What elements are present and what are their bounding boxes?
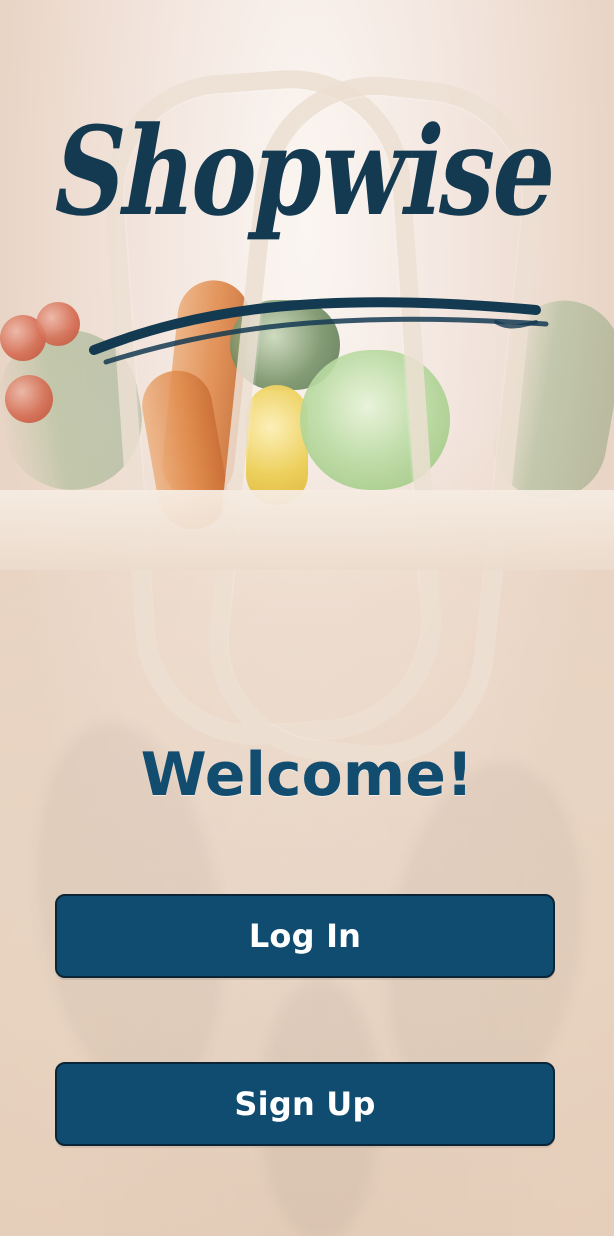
log-in-button[interactable]: Log In xyxy=(55,894,555,978)
sign-up-button-label: Sign Up xyxy=(234,1085,376,1123)
logo-wordmark: Shopwise xyxy=(42,99,569,243)
welcome-screen: Shopwise Welcome! Log In Sign Up xyxy=(0,0,614,1236)
welcome-title: Welcome! xyxy=(140,740,474,810)
bag-opening xyxy=(0,490,614,570)
log-in-button-label: Log In xyxy=(248,917,362,955)
logo-swoosh xyxy=(89,297,549,365)
app-logo: Shopwise xyxy=(43,99,568,370)
tomato xyxy=(5,375,53,423)
sign-up-button[interactable]: Sign Up xyxy=(55,1062,555,1146)
